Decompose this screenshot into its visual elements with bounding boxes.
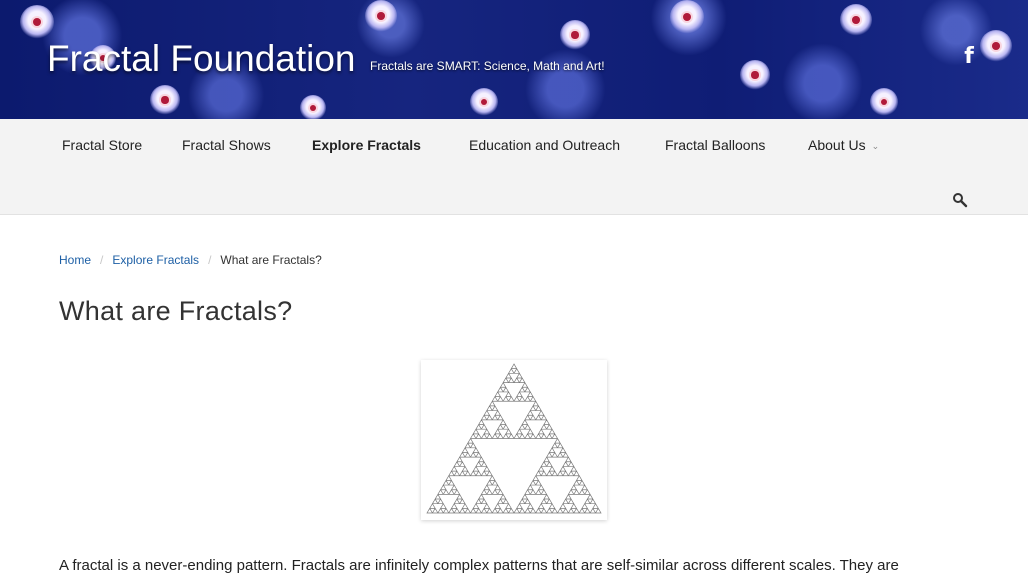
nav-item-explore-fractals[interactable]: Explore Fractals bbox=[312, 137, 421, 153]
nav-item-fractal-shows[interactable]: Fractal Shows bbox=[182, 137, 271, 153]
fractal-bg-shape bbox=[150, 85, 180, 115]
fractal-bg-shape bbox=[365, 0, 397, 32]
intro-paragraph: A fractal is a never-ending pattern. Fra… bbox=[59, 557, 899, 574]
fractal-bg-shape bbox=[740, 60, 770, 90]
sierpinski-triangle-graphic bbox=[426, 363, 602, 514]
fractal-bg-shape bbox=[20, 5, 54, 39]
site-title[interactable]: Fractal Foundation bbox=[47, 38, 356, 80]
fractal-bg-shape bbox=[300, 95, 326, 119]
breadcrumb-current: What are Fractals? bbox=[220, 253, 322, 267]
fractal-bg-shape bbox=[560, 20, 590, 50]
breadcrumb-separator: / bbox=[100, 253, 104, 267]
fractal-bg-shape bbox=[980, 30, 1012, 62]
nav-item-education-and-outreach[interactable]: Education and Outreach bbox=[469, 137, 620, 153]
sierpinski-path bbox=[426, 363, 602, 514]
chevron-down-icon: ⌄ bbox=[871, 140, 880, 151]
fractal-bg-shape bbox=[470, 88, 498, 116]
sierpinski-triangle-image bbox=[421, 360, 607, 520]
breadcrumb-home-link[interactable]: Home bbox=[59, 253, 91, 267]
site-header: Fractal Foundation Fractals are SMART: S… bbox=[0, 0, 1028, 119]
fractal-bg-shape bbox=[870, 88, 898, 116]
main-navigation: Fractal Store Fractal Shows Explore Frac… bbox=[0, 119, 1028, 215]
nav-item-about-us[interactable]: About Us ⌄ bbox=[808, 137, 879, 153]
fractal-bg-shape bbox=[840, 4, 872, 36]
nav-item-fractal-store[interactable]: Fractal Store bbox=[62, 137, 142, 153]
site-tagline: Fractals are SMART: Science, Math and Ar… bbox=[370, 59, 605, 73]
breadcrumb-separator: / bbox=[208, 253, 212, 267]
facebook-icon[interactable]: f bbox=[958, 45, 980, 69]
breadcrumb: Home / Explore Fractals / What are Fractals? bbox=[59, 253, 322, 267]
breadcrumb-explore-fractals-link[interactable]: Explore Fractals bbox=[112, 253, 199, 267]
page-title: What are Fractals? bbox=[59, 296, 293, 326]
search-icon[interactable] bbox=[952, 192, 968, 208]
fractal-bg-shape bbox=[670, 0, 704, 34]
nav-item-fractal-balloons[interactable]: Fractal Balloons bbox=[665, 137, 765, 153]
